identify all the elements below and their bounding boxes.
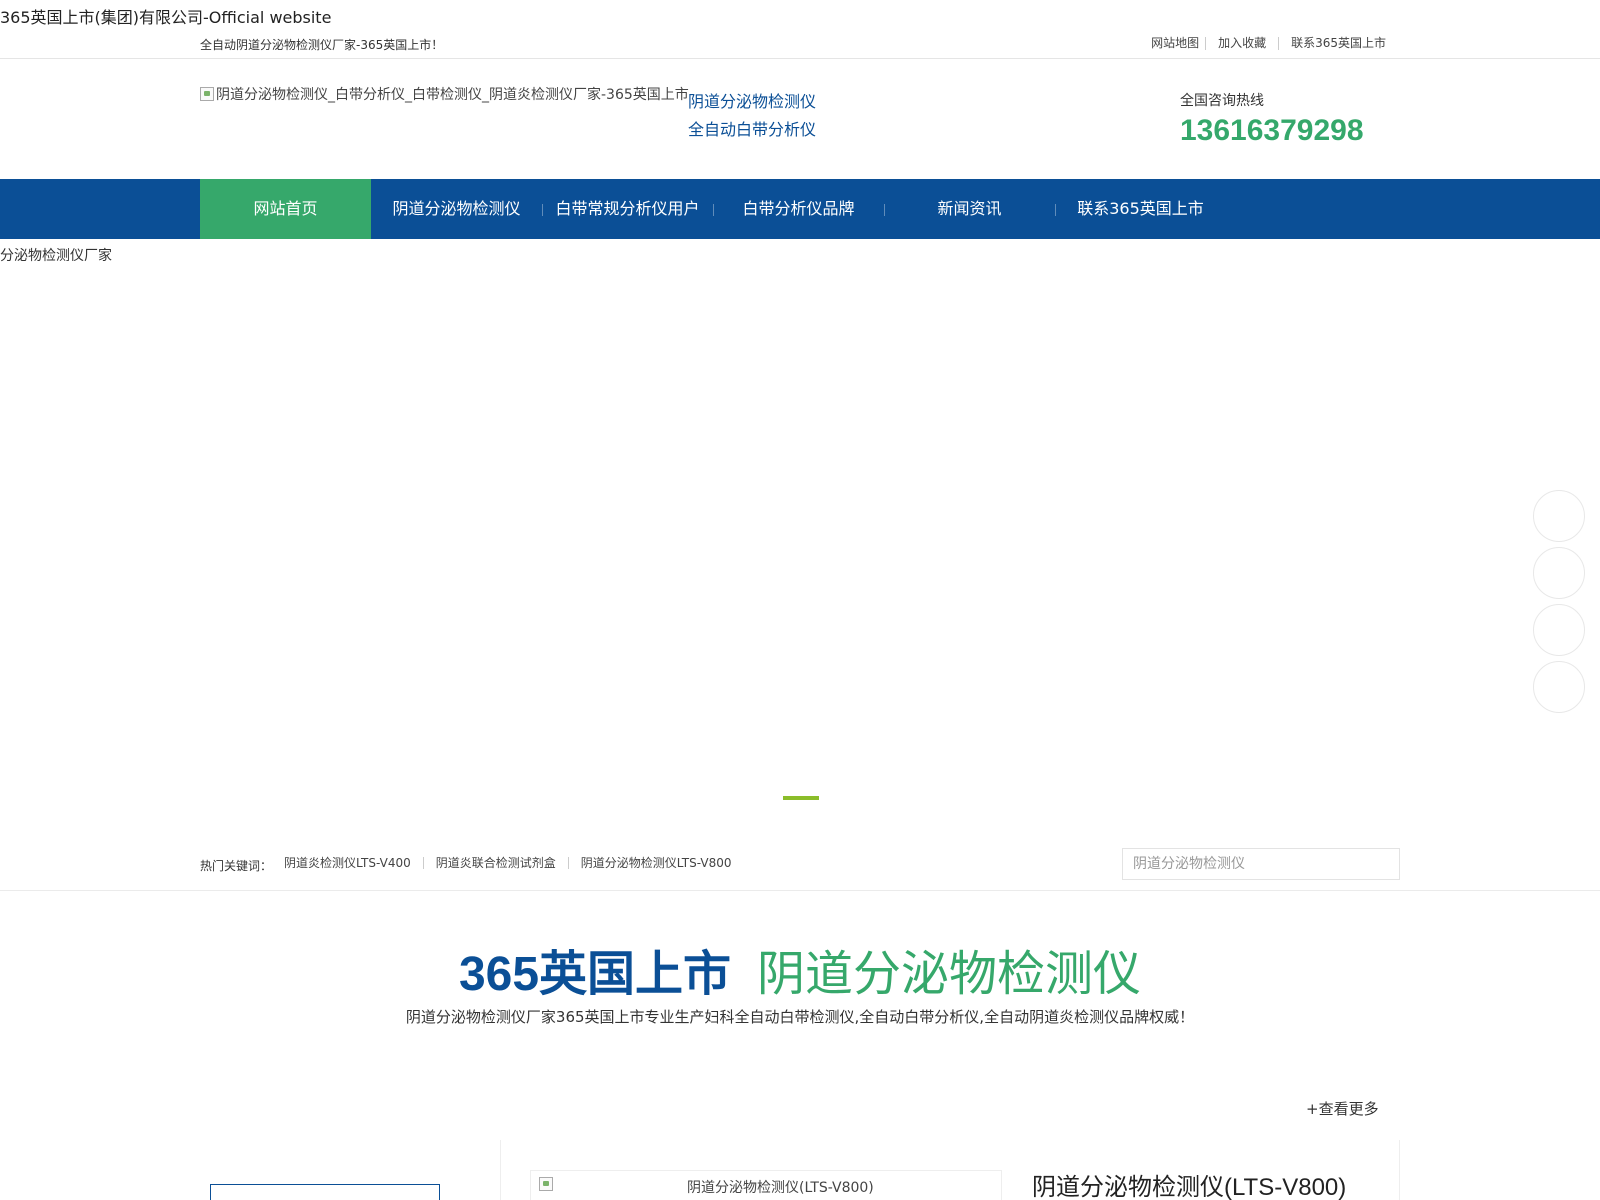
header: 阴道分泌物检测仪_白带分析仪_白带检测仪_阴道炎检测仪厂家-365英国上市 阴道… (200, 78, 1400, 158)
hotline-label: 全国咨询热线 (1180, 93, 1264, 109)
page-title: 365英国上市(集团)有限公司-Official website (0, 8, 332, 27)
hotline-number: 13616379298 (1180, 114, 1364, 147)
side-float-toolbar (1533, 490, 1585, 718)
side-button-3[interactable] (1533, 604, 1585, 656)
hot-keyword-3[interactable]: 阴道分泌物检测仪LTS-V800 (567, 857, 744, 869)
top-bar: 全自动阴道分泌物检测仪厂家-365英国上市！ 网站地图 加入收藏 联系365英国… (0, 30, 1600, 59)
hot-keywords-list: 阴道炎检测仪LTS-V400 阴道炎联合检测试剂盒 阴道分泌物检测仪LTS-V8… (284, 857, 743, 869)
header-taglines: 阴道分泌物检测仪 全自动白带分析仪 (688, 88, 816, 144)
category-sidebar (210, 1184, 440, 1200)
hotline: 全国咨询热线 13616379298 (1180, 90, 1364, 148)
hot-keywords-label: 热门关键词： (200, 859, 273, 873)
product-image-caption: 阴道分泌物检测仪(LTS-V800) (687, 1180, 874, 1196)
product-title[interactable]: 阴道分泌物检测仪(LTS-V800) (1032, 1167, 1346, 1200)
product-image[interactable]: 阴道分泌物检测仪(LTS-V800) (539, 1177, 874, 1197)
hot-keywords-bar: 热门关键词： 阴道炎检测仪LTS-V400 阴道炎联合检测试剂盒 阴道分泌物检测… (0, 842, 1600, 891)
top-slogan: 全自动阴道分泌物检测仪厂家-365英国上市！ (200, 38, 444, 52)
sitemap-link[interactable]: 网站地图 (1151, 37, 1205, 50)
broken-image-icon (200, 87, 214, 101)
section-heading: 365英国上市 阴道分泌物检测仪 (0, 934, 1600, 1004)
heading-product: 阴道分泌物检测仪 (757, 946, 1142, 1002)
tagline-2: 全自动白带分析仪 (688, 120, 817, 139)
side-button-1[interactable] (1533, 490, 1585, 542)
nav-item-news[interactable]: 新闻资讯 (884, 179, 1055, 239)
contact-link[interactable]: 联系365英国上市 (1278, 37, 1386, 50)
hot-keyword-1[interactable]: 阴道炎检测仪LTS-V400 (284, 857, 423, 869)
banner[interactable] (0, 239, 1600, 839)
view-more-link[interactable]: +查看更多 (1306, 1098, 1379, 1119)
broken-image-icon (539, 1177, 553, 1191)
nav-item-home[interactable]: 网站首页 (200, 179, 371, 239)
nav-item-vaginal-analyzer[interactable]: 阴道分泌物检测仪 (371, 179, 542, 239)
tagline-1: 阴道分泌物检测仪 (688, 92, 817, 111)
hot-keyword-2[interactable]: 阴道炎联合检测试剂盒 (422, 857, 568, 869)
search-input[interactable] (1122, 848, 1400, 880)
side-button-4[interactable] (1533, 661, 1585, 713)
logo[interactable]: 阴道分泌物检测仪_白带分析仪_白带检测仪_阴道炎检测仪厂家-365英国上市 (200, 84, 689, 104)
side-button-2[interactable] (1533, 547, 1585, 599)
logo-alt-text: 阴道分泌物检测仪_白带分析仪_白带检测仪_阴道炎检测仪厂家-365英国上市 (216, 87, 689, 103)
add-favorite-link[interactable]: 加入收藏 (1205, 37, 1278, 50)
nav-item-brands[interactable]: 白带分析仪品牌 (713, 179, 884, 239)
heading-brand: 365英国上市 (458, 948, 732, 1001)
top-links: 网站地图 加入收藏 联系365英国上市 (1151, 37, 1386, 50)
nav-item-users[interactable]: 白带常规分析仪用户 (542, 179, 713, 239)
nav-item-contact[interactable]: 联系365英国上市 (1055, 179, 1226, 239)
banner-indicator[interactable] (783, 796, 819, 800)
section-description: 阴道分泌物检测仪厂家365英国上市专业生产妇科全自动白带检测仪,全自动白带分析仪… (405, 1008, 1195, 1026)
banner-alt-text: 分泌物检测仪厂家 (0, 248, 112, 264)
product-card[interactable]: 阴道分泌物检测仪(LTS-V800) (530, 1170, 1002, 1200)
main-nav: 网站首页 阴道分泌物检测仪 白带常规分析仪用户 白带分析仪品牌 新闻资讯 联系3… (0, 179, 1600, 239)
